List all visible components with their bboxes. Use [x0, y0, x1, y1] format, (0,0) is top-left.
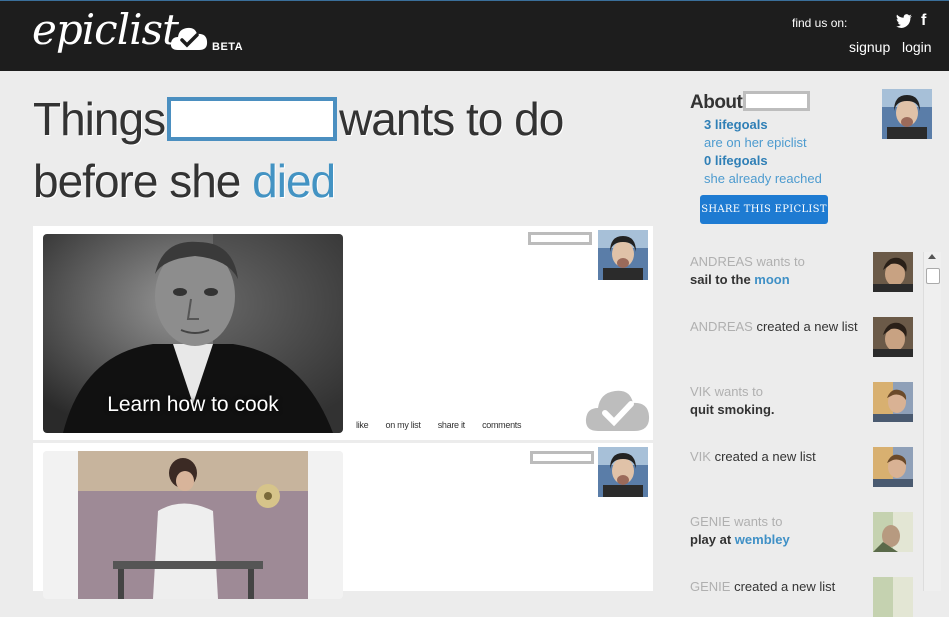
profile-avatar[interactable] [882, 89, 932, 139]
feed-action: play at [690, 532, 735, 547]
lifegoals-count[interactable]: 3 lifegoals [704, 117, 768, 132]
goal-card[interactable] [33, 443, 653, 599]
redacted-username [743, 91, 810, 111]
feed-user[interactable]: ANDREAS [690, 319, 753, 334]
title-part-1: Things [33, 93, 166, 145]
redacted-name [167, 97, 338, 141]
avatar[interactable] [873, 252, 913, 292]
feed-link[interactable]: wembley [735, 532, 790, 547]
title-accent: died [252, 155, 336, 207]
comments-action[interactable]: comments [482, 420, 521, 430]
scroll-thumb[interactable] [926, 268, 940, 284]
feed-action: quit smoking. [690, 402, 775, 417]
avatar[interactable] [873, 447, 913, 487]
feed-verb: wants to [710, 384, 763, 399]
avatar[interactable] [598, 447, 648, 497]
login-link[interactable]: login [902, 39, 932, 55]
goal-photo[interactable]: Learn how to cook [43, 234, 343, 433]
cloud-check-icon[interactable] [584, 387, 650, 433]
feed-action: sail to the [690, 272, 755, 287]
find-us-label: find us on: [792, 16, 848, 30]
feed-user[interactable]: GENIE [690, 579, 730, 594]
avatar[interactable] [873, 577, 913, 617]
page-title: Things wants to do before she died [33, 88, 653, 212]
feed-verb: created a new list [710, 449, 816, 464]
share-action[interactable]: share it [438, 420, 465, 430]
card-actions: like on my list share it comments [356, 420, 536, 430]
on-my-list-action[interactable]: on my list [386, 420, 421, 430]
feed-user[interactable]: ANDREAS [690, 254, 753, 269]
facebook-icon[interactable]: f [921, 12, 926, 30]
redacted-username [528, 232, 592, 245]
title-part-3: before she [33, 155, 241, 207]
goal-card[interactable]: Learn how to cook like on my list share … [33, 226, 653, 440]
twitter-icon[interactable] [896, 14, 912, 28]
feed-user[interactable]: VIK [690, 449, 711, 464]
scroll-up-arrow-icon[interactable] [928, 254, 936, 259]
avatar[interactable] [598, 230, 648, 280]
goal-caption: Learn how to cook [107, 393, 279, 416]
lifegoals-text: are on her epiclist [704, 135, 807, 150]
top-bar: epiclist BETA find us on: f signup login [0, 0, 949, 71]
logo[interactable]: epiclist [32, 5, 179, 54]
feed-verb: created a new list [730, 579, 836, 594]
signup-link[interactable]: signup [849, 39, 890, 55]
feed-link[interactable]: moon [754, 272, 789, 287]
album-cover-image [43, 451, 343, 599]
feed-verb: wants to [730, 514, 783, 529]
avatar[interactable] [873, 317, 913, 357]
share-epiclist-button[interactable]: SHARE THIS EPICLIST [700, 195, 828, 224]
feed-user[interactable]: GENIE [690, 514, 730, 529]
beta-badge: BETA [212, 41, 244, 53]
feed-verb: wants to [752, 254, 805, 269]
feed-scrollbar[interactable] [923, 252, 941, 591]
reached-count[interactable]: 0 lifegoals [704, 153, 768, 168]
about-title: About [690, 92, 743, 113]
redacted-username [530, 451, 594, 464]
like-action[interactable]: like [356, 420, 369, 430]
avatar[interactable] [873, 512, 913, 552]
feed-verb: created a new list [752, 319, 858, 334]
feed-user[interactable]: VIK [690, 384, 711, 399]
reached-text: she already reached [704, 171, 822, 186]
goal-photo[interactable] [43, 451, 343, 599]
title-part-2: wants to do [339, 93, 564, 145]
cloud-check-icon [170, 27, 208, 50]
avatar[interactable] [873, 382, 913, 422]
